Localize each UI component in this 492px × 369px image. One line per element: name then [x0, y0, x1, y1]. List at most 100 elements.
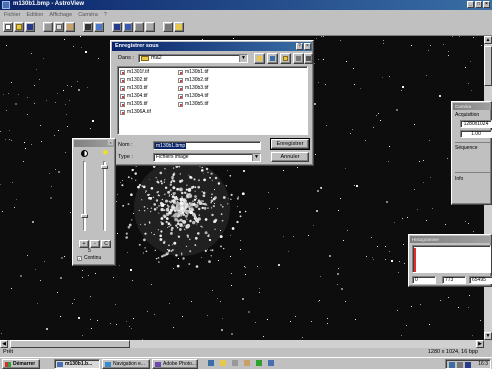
cancel-dialog-button[interactable]: Annuler [271, 152, 309, 162]
desktop-button[interactable] [267, 53, 278, 64]
histogram-max-field[interactable]: 65495 [469, 276, 492, 284]
volume-icon[interactable] [457, 362, 463, 368]
tile-button[interactable] [145, 22, 155, 32]
file-name: m1301f.tif [127, 69, 149, 75]
display-button[interactable] [112, 22, 122, 32]
help-button[interactable] [174, 22, 184, 32]
start-button[interactable]: Démarrer [2, 359, 40, 369]
resolution-field[interactable]: 1280x1024 [460, 120, 492, 128]
task-navigation[interactable]: Navigation e... [102, 359, 150, 369]
camera-panel: Caméra Acquisition 1280x1024 1.00 Séquen… [451, 101, 492, 205]
list-item[interactable]: m130b1.tif [178, 69, 208, 76]
histogram-min-field[interactable]: 0 [412, 276, 436, 284]
image-button[interactable] [94, 22, 104, 32]
exposure-field[interactable]: 1.00 [460, 130, 492, 138]
minimize-button[interactable]: _ [467, 1, 474, 8]
dialog-titlebar[interactable]: Enregistrer sous [112, 42, 312, 51]
histogram-graph[interactable] [412, 245, 491, 273]
maximize-button[interactable]: □ [475, 1, 482, 8]
quicklaunch-1[interactable] [207, 359, 215, 367]
brightness-slider-track[interactable] [103, 161, 106, 231]
quicklaunch-3[interactable] [231, 359, 239, 367]
menu-help[interactable]: ? [104, 12, 107, 18]
tool-close-button[interactable]: × [108, 140, 113, 145]
new-button[interactable] [3, 22, 13, 32]
cut-button[interactable] [43, 22, 53, 32]
list-view-button[interactable] [293, 53, 304, 64]
camera-panel-titlebar[interactable]: Caméra [453, 103, 491, 110]
quicklaunch-2[interactable] [219, 359, 227, 367]
task-photoshop[interactable]: Adobe Photo... [152, 359, 198, 369]
chevron-down-icon[interactable]: ▼ [252, 154, 260, 161]
tool-titlebar[interactable]: × [74, 140, 114, 147]
decrease-button[interactable]: - [90, 240, 100, 248]
menu-edition[interactable]: Edition [27, 12, 44, 18]
dialog-close-button[interactable]: × [304, 43, 311, 50]
contrast-slider-thumb[interactable] [81, 214, 88, 218]
horizontal-scroll-thumb[interactable] [10, 340, 130, 348]
vertical-scroll-thumb[interactable] [484, 46, 492, 86]
network-icon[interactable] [449, 362, 455, 368]
dialog-help-button[interactable]: ? [296, 43, 303, 50]
quicklaunch-4[interactable] [243, 359, 251, 367]
file-list[interactable]: m1301f.tif m1302.tif m1303.tif m1304.tif… [117, 66, 308, 135]
save-button[interactable] [25, 22, 35, 32]
list-item[interactable]: m130b4.tif [178, 93, 208, 100]
type-label: Type : [118, 154, 133, 160]
scroll-down-icon[interactable]: ▼ [484, 332, 492, 340]
task-astroview[interactable]: m130b1.b... [54, 359, 100, 369]
list-item[interactable]: m130b5.tif [178, 101, 208, 108]
center-button[interactable]: C [101, 240, 111, 248]
copy-button[interactable] [54, 22, 64, 32]
monitor-icon[interactable] [465, 362, 471, 368]
file-type-combobox[interactable]: Fichiers image ▼ [153, 153, 261, 162]
horizontal-scrollbar[interactable]: ◀ ▶ [0, 340, 484, 348]
menu-fichier[interactable]: Fichier [4, 12, 21, 18]
quicklaunch-6[interactable] [267, 359, 275, 367]
grid-button[interactable] [134, 22, 144, 32]
histogram-mid-field[interactable]: 773 [442, 276, 466, 284]
increase-button[interactable]: + [79, 240, 89, 248]
menu-affichage[interactable]: Affichage [49, 12, 72, 18]
menu-camera[interactable]: Caméra [78, 12, 98, 18]
list-item[interactable]: m130b3.tif [178, 85, 208, 92]
continu-checkbox[interactable]: ✓ Continu [77, 255, 115, 263]
app-icon [2, 1, 10, 9]
list-item[interactable]: m1305.tif [120, 101, 148, 108]
camera-button[interactable] [83, 22, 93, 32]
file-name: m1305.tif [127, 101, 148, 107]
close-button[interactable]: × [483, 1, 490, 8]
contrast-slider-track[interactable] [83, 161, 86, 231]
checkbox-check-icon: ✓ [77, 256, 82, 261]
window-button[interactable] [123, 22, 133, 32]
open-button[interactable] [14, 22, 24, 32]
tif-file-icon [120, 110, 125, 115]
details-view-button[interactable] [304, 53, 313, 64]
brightness-slider-thumb[interactable] [101, 165, 108, 169]
chevron-down-icon[interactable]: ▼ [239, 55, 247, 62]
up-folder-button[interactable] [254, 53, 265, 64]
folder-combobox[interactable]: ma2 ▼ [138, 54, 248, 63]
list-item[interactable]: m1302.tif [120, 77, 148, 84]
scroll-up-icon[interactable]: ▲ [484, 36, 492, 44]
filename-input[interactable]: m130b1.bmp [153, 141, 261, 150]
divider [455, 172, 491, 173]
list-item[interactable]: m1303.tif [120, 85, 148, 92]
app-titlebar[interactable]: m130b1.bmp - AstroView _ □ × [0, 0, 492, 10]
paste-button[interactable] [65, 22, 75, 32]
scroll-right-icon[interactable]: ▶ [476, 340, 484, 348]
list-item[interactable]: m1304.tif [120, 93, 148, 100]
print-button[interactable] [163, 22, 173, 32]
list-item[interactable]: m1301f.tif [120, 69, 149, 76]
save-dialog-button[interactable]: Enregistrer [270, 138, 310, 150]
histogram-titlebar[interactable]: Histogramme [410, 236, 491, 243]
list-item[interactable]: m130b2.tif [178, 77, 208, 84]
menu-bar: Fichier Edition Affichage Caméra ? [0, 10, 492, 19]
scroll-left-icon[interactable]: ◀ [0, 340, 8, 348]
list-item[interactable]: m1306A.tif [120, 109, 151, 116]
quicklaunch-5[interactable] [255, 359, 263, 367]
new-folder-button[interactable] [280, 53, 291, 64]
folder-icon [244, 360, 250, 366]
up-folder-icon [257, 56, 262, 61]
file-type-value: Fichiers image [156, 154, 189, 160]
